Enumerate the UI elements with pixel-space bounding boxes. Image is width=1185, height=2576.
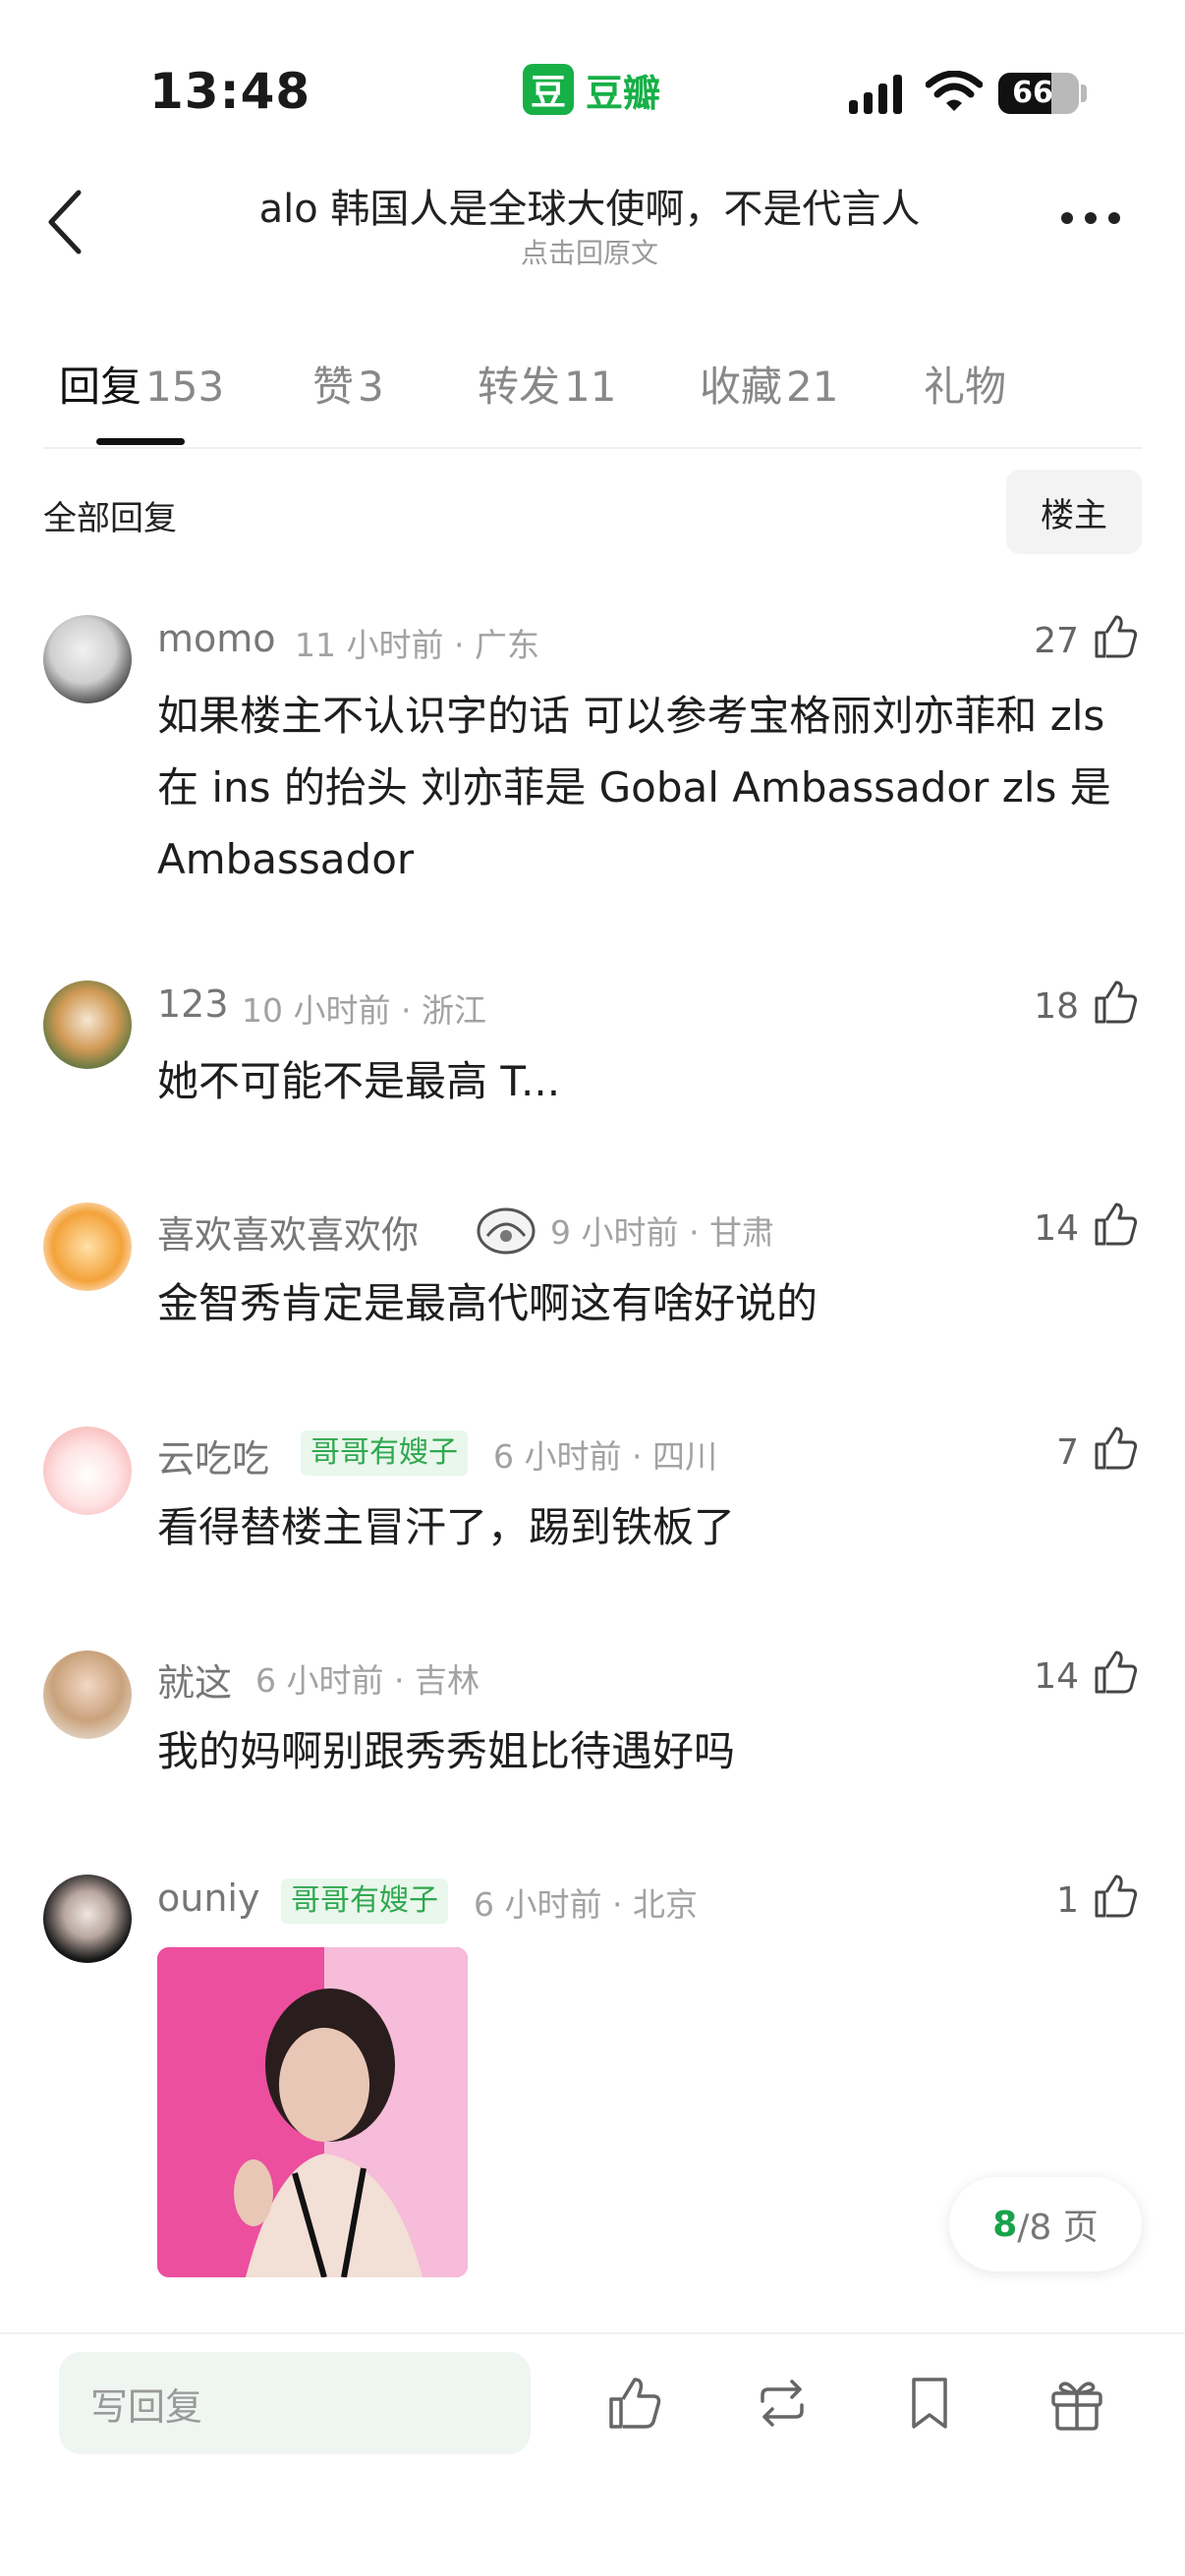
comment-meta: 9 小时前 · 甘肃 — [550, 1213, 774, 1252]
thumbs-up-icon[interactable] — [1091, 1871, 1142, 1922]
cellular-signal-icon — [849, 73, 902, 114]
username[interactable]: 喜欢喜欢喜欢你 — [157, 1204, 419, 1259]
like-count: 27 — [1034, 621, 1079, 661]
avatar[interactable] — [43, 1427, 132, 1515]
like-count: 1 — [1056, 1880, 1079, 1921]
comment-image[interactable] — [157, 1947, 468, 2277]
back-to-original-link[interactable]: 点击回原文 — [147, 232, 1032, 271]
tab-gifts[interactable]: 礼物 — [924, 354, 1006, 414]
tab-reshares[interactable]: 转发11 — [478, 354, 616, 414]
thumbs-up-icon[interactable] — [1091, 1423, 1142, 1474]
divider — [0, 2332, 1185, 2334]
all-replies-label: 全部回复 — [43, 499, 177, 538]
username[interactable]: momo — [157, 617, 276, 660]
like-count: 14 — [1034, 1208, 1079, 1249]
comment-meta: 10 小时前 · 浙江 — [242, 991, 486, 1030]
app-name: 豆瓣 — [586, 71, 661, 115]
reply-input[interactable]: 写回复 — [59, 2352, 531, 2454]
battery-level: 66 — [1012, 76, 1053, 110]
thumbs-up-icon[interactable] — [1091, 1199, 1142, 1250]
comment-text: 金智秀肯定是最高代啊这有啥好说的 — [157, 1279, 818, 1327]
user-badge: 哥哥有嫂子 — [301, 1430, 468, 1476]
avatar[interactable] — [43, 1203, 132, 1291]
more-options-icon[interactable] — [1061, 212, 1120, 224]
bookmark-icon[interactable] — [898, 2372, 961, 2435]
like-count: 14 — [1034, 1656, 1079, 1697]
comment-text: 我的妈啊别跟秀秀姐比待遇好吗 — [157, 1727, 736, 1775]
username[interactable]: 云吃吃 — [157, 1428, 269, 1483]
avatar[interactable] — [43, 980, 132, 1069]
thumbs-up-icon[interactable] — [1091, 1647, 1142, 1698]
username[interactable]: 就这 — [157, 1652, 232, 1707]
username[interactable]: ouniy — [157, 1876, 259, 1920]
comment-meta: 11 小时前 · 广东 — [295, 626, 539, 664]
page-indicator[interactable]: 8/8 页 — [949, 2177, 1142, 2271]
comment-text: 如果楼主不认识字的话 可以参考宝格丽刘亦菲和 zls 在 ins 的抬头 刘亦菲… — [157, 692, 1111, 883]
douban-logo-icon: 豆 — [523, 64, 574, 115]
user-medal-icon — [477, 1207, 536, 1255]
avatar[interactable] — [43, 1651, 132, 1739]
thumbs-up-icon[interactable] — [1091, 611, 1142, 662]
thumbs-up-icon[interactable] — [1091, 977, 1142, 1028]
tab-collections[interactable]: 收藏21 — [700, 354, 838, 414]
avatar[interactable] — [43, 1875, 132, 1963]
divider — [43, 447, 1142, 449]
comment-text: 看得替楼主冒汗了，踢到铁板了 — [157, 1503, 736, 1551]
reshare-icon[interactable] — [751, 2372, 814, 2435]
app-brand: 豆 豆瓣 — [523, 63, 660, 116]
tab-bar: 回复153 赞3 转发11 收藏21 礼物 — [0, 354, 1185, 413]
comment-text: 她不可能不是最高 T... — [157, 1057, 561, 1105]
avatar[interactable] — [43, 615, 132, 703]
owner-only-button[interactable]: 楼主 — [1006, 470, 1142, 554]
tab-replies[interactable]: 回复153 — [59, 354, 224, 414]
active-tab-indicator — [96, 438, 185, 445]
like-count: 18 — [1034, 986, 1079, 1027]
comment-meta: 6 小时前 · 四川 — [493, 1437, 717, 1476]
back-arrow-icon[interactable] — [37, 183, 96, 261]
comment-meta: 6 小时前 · 吉林 — [255, 1661, 480, 1700]
like-icon[interactable] — [603, 2372, 666, 2435]
comment-meta: 6 小时前 · 北京 — [474, 1885, 698, 1924]
username[interactable]: 123 — [157, 982, 229, 1026]
gift-icon[interactable] — [1045, 2372, 1108, 2435]
wifi-icon — [926, 71, 983, 111]
post-title[interactable]: alo 韩国人是全球大使啊，不是代言人 — [147, 177, 1032, 234]
like-count: 7 — [1056, 1432, 1079, 1473]
tab-likes[interactable]: 赞3 — [312, 354, 384, 414]
user-badge: 哥哥有嫂子 — [281, 1878, 448, 1924]
status-time: 13:48 — [149, 63, 311, 120]
